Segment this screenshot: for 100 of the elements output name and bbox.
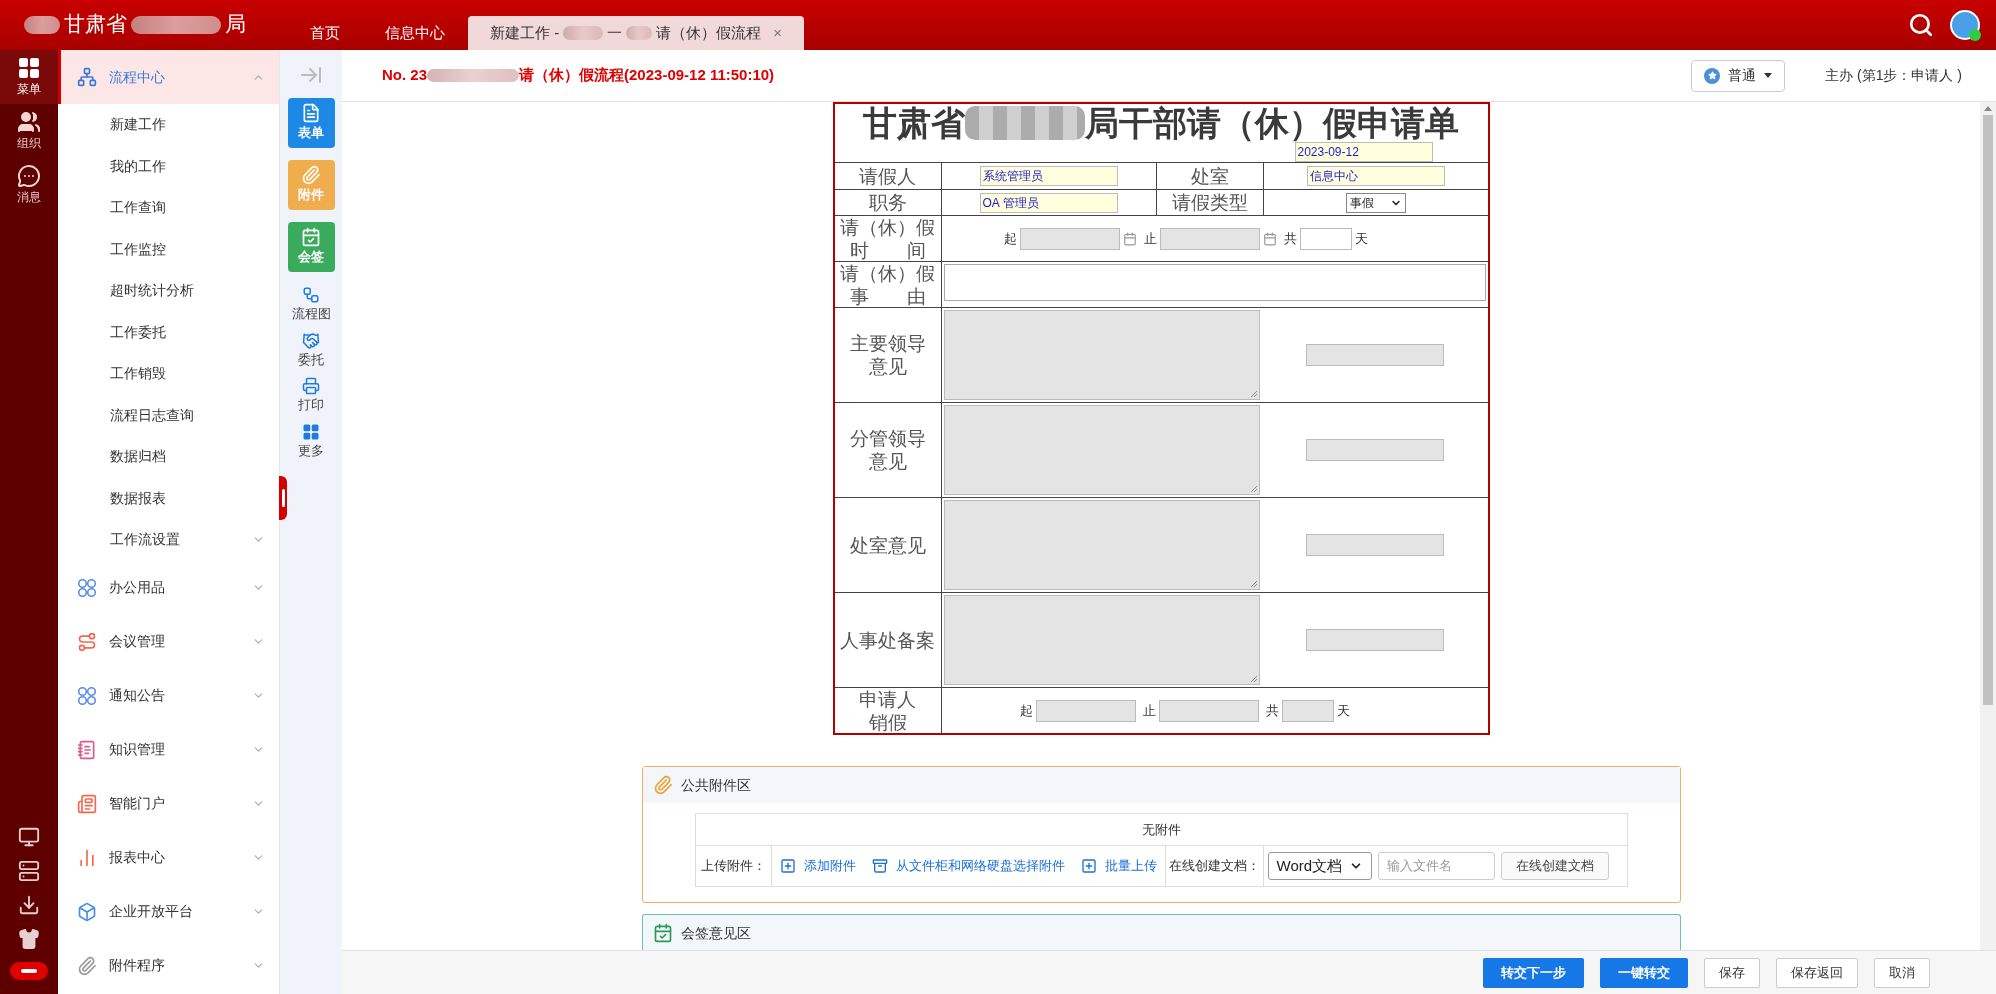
tool-tile[interactable]: 表单 xyxy=(287,98,335,148)
rail-item[interactable]: 组织 xyxy=(0,104,58,158)
submenu-item[interactable]: 流程日志查询 xyxy=(58,394,279,436)
date-field[interactable]: 2023-09-12 xyxy=(1294,142,1433,162)
menu-group[interactable]: 会议管理 xyxy=(58,614,279,669)
cabinet-icon xyxy=(871,858,888,874)
create-doc-button[interactable]: 在线创建文档 xyxy=(1500,852,1609,880)
days-unit: 天 xyxy=(1336,701,1350,720)
grid-circles-icon xyxy=(77,577,97,598)
tool-button[interactable]: 打印 xyxy=(298,377,324,415)
rail-item[interactable]: 菜单 xyxy=(0,50,58,104)
leave-type-select[interactable]: 事假 xyxy=(1345,192,1406,213)
submenu-item[interactable]: 工作销毁 xyxy=(58,353,279,395)
submenu-item[interactable]: 新建工作 xyxy=(58,104,279,146)
download-icon[interactable] xyxy=(18,894,40,916)
stack-icon[interactable] xyxy=(18,860,40,882)
action-button[interactable]: 转交下一步 xyxy=(1483,957,1584,988)
chat-bubble-icon xyxy=(17,164,41,188)
doc-title: 请（休）假流程(2023-09-12 11:50:10) xyxy=(519,65,775,86)
network-icon xyxy=(77,67,97,87)
menu-group[interactable]: 企业开放平台 xyxy=(58,884,279,939)
nav-tab[interactable]: 信息中心 xyxy=(370,16,460,50)
opinion-textarea[interactable] xyxy=(943,500,1260,590)
days-field[interactable] xyxy=(1281,699,1334,722)
add-file-icon xyxy=(1080,858,1097,874)
submenu-item[interactable]: 工作委托 xyxy=(58,311,279,353)
signature-field[interactable] xyxy=(1305,344,1444,366)
monitor-icon[interactable] xyxy=(18,826,40,848)
bar-chart-icon xyxy=(77,847,97,868)
tab-label: 一 xyxy=(607,22,623,43)
start-date-field[interactable] xyxy=(1019,227,1120,250)
submenu-item[interactable]: 工作流设置 xyxy=(58,519,279,561)
submenu-item[interactable]: 数据归档 xyxy=(58,436,279,478)
start-label: 起 xyxy=(1019,701,1033,720)
form-label: 人事处备案 xyxy=(840,628,935,652)
menu-group[interactable]: 流程中心 xyxy=(58,50,279,104)
rail-item[interactable]: 消息 xyxy=(0,158,58,212)
days-field[interactable] xyxy=(1299,227,1352,250)
opinion-textarea[interactable] xyxy=(943,405,1260,495)
doc-type-select[interactable]: Word文档 xyxy=(1267,852,1372,880)
menu-group[interactable]: 办公用品 xyxy=(58,560,279,615)
shirt-icon[interactable] xyxy=(18,928,40,950)
close-button[interactable]: × xyxy=(765,21,782,45)
panel-title: 会签意见区 xyxy=(680,923,751,943)
signature-field[interactable] xyxy=(1305,629,1444,651)
start-date-field[interactable] xyxy=(1035,699,1136,722)
days-unit: 天 xyxy=(1354,229,1368,248)
attachment-link[interactable]: 批量上传 xyxy=(1080,856,1157,876)
opinion-textarea[interactable] xyxy=(943,595,1260,685)
menu-group[interactable]: 智能门户 xyxy=(58,776,279,831)
nav-tab[interactable]: 新建工作 - 一 请（休）假流程 × xyxy=(468,16,804,50)
submenu-item[interactable]: 工作监控 xyxy=(58,228,279,270)
form-label: 处室意见 xyxy=(849,533,926,557)
resize-grip-icon xyxy=(1249,675,1258,683)
menu-group[interactable]: 知识管理 xyxy=(58,722,279,777)
toggle-pill[interactable] xyxy=(10,962,48,980)
reason-textarea[interactable] xyxy=(943,264,1486,301)
menu-group[interactable]: 报表中心 xyxy=(58,830,279,885)
action-button[interactable]: 一键转交 xyxy=(1600,957,1688,988)
tool-button[interactable]: 委托 xyxy=(298,331,324,369)
nav-tab[interactable]: 首页 xyxy=(280,16,370,50)
action-button[interactable]: 取消 xyxy=(1874,957,1930,988)
opinion-textarea[interactable] xyxy=(943,310,1260,400)
end-date-field[interactable] xyxy=(1158,699,1259,722)
end-date-field[interactable] xyxy=(1159,227,1260,250)
priority-dropdown[interactable]: 普通 xyxy=(1691,59,1786,92)
calendar-icon[interactable] xyxy=(1262,231,1277,246)
tool-button[interactable]: 更多 xyxy=(298,422,324,460)
submenu-item[interactable]: 超时统计分析 xyxy=(58,270,279,312)
department-field[interactable]: 信息中心 xyxy=(1306,166,1445,186)
collapse-handle[interactable] xyxy=(279,476,287,520)
attachment-link[interactable]: 从文件柜和网络硬盘选择附件 xyxy=(871,856,1065,876)
org-name: 甘肃省 xyxy=(64,11,127,39)
flowchart-icon xyxy=(302,286,320,304)
redacted-blur xyxy=(626,26,653,40)
tool-button[interactable]: 流程图 xyxy=(291,286,331,324)
search-icon[interactable] xyxy=(1908,12,1934,38)
signature-field[interactable] xyxy=(1305,439,1444,461)
resize-grip-icon xyxy=(1249,390,1258,398)
document-icon xyxy=(301,103,321,124)
menu-group[interactable]: 通知公告 xyxy=(58,668,279,723)
applicant-field[interactable]: 系统管理员 xyxy=(979,166,1118,186)
scrollbar[interactable] xyxy=(1980,102,1996,950)
tab-label: 首页 xyxy=(310,22,340,43)
submenu-item[interactable]: 数据报表 xyxy=(58,477,279,519)
grid-circles-icon xyxy=(77,685,97,706)
signature-field[interactable] xyxy=(1305,534,1444,556)
menu-group[interactable]: 附件程序 xyxy=(58,938,279,993)
total-label: 共 xyxy=(1283,229,1297,248)
action-button[interactable]: 保存 xyxy=(1704,957,1760,988)
calendar-icon[interactable] xyxy=(1122,231,1137,246)
attachment-link[interactable]: 添加附件 xyxy=(779,856,856,876)
submenu-item[interactable]: 工作查询 xyxy=(58,187,279,229)
position-field[interactable]: OA 管理员 xyxy=(979,192,1118,213)
submenu-item[interactable]: 我的工作 xyxy=(58,145,279,187)
action-button[interactable]: 保存返回 xyxy=(1776,957,1858,988)
user-avatar[interactable] xyxy=(1950,10,1980,40)
form-label: 申请人 销假 xyxy=(859,687,916,734)
tab-label: 信息中心 xyxy=(385,22,445,43)
panel-title: 公共附件区 xyxy=(680,775,751,795)
